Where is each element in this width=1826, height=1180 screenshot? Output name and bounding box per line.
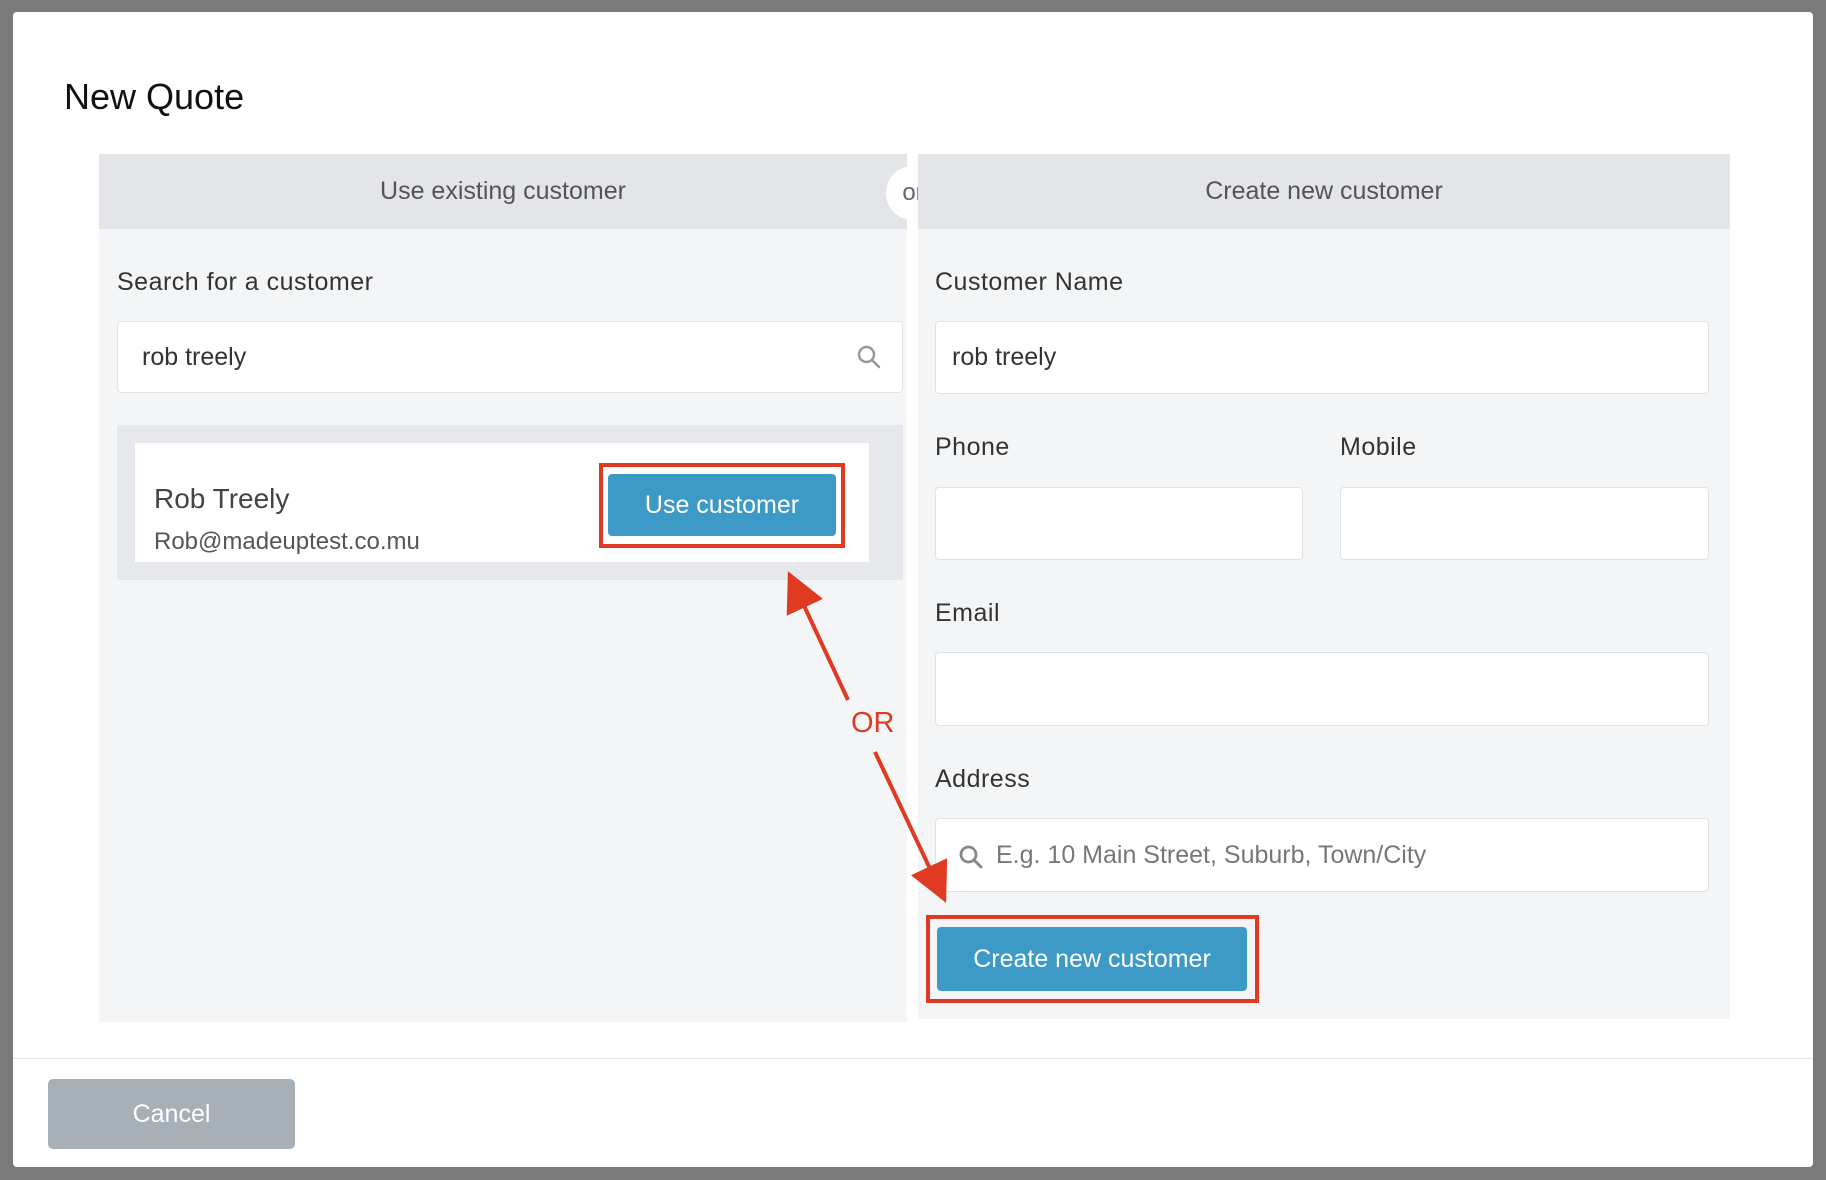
new-quote-modal: New Quote Use existing customer Search f… [13,12,1813,1167]
or-annotation-label: OR [851,707,895,739]
cancel-button[interactable]: Cancel [48,1079,295,1149]
arrow-to-create-customer [873,751,948,903]
or-annotation-arrows [786,571,948,903]
arrow-to-use-customer [786,571,850,701]
footer-divider [13,1058,1813,1059]
